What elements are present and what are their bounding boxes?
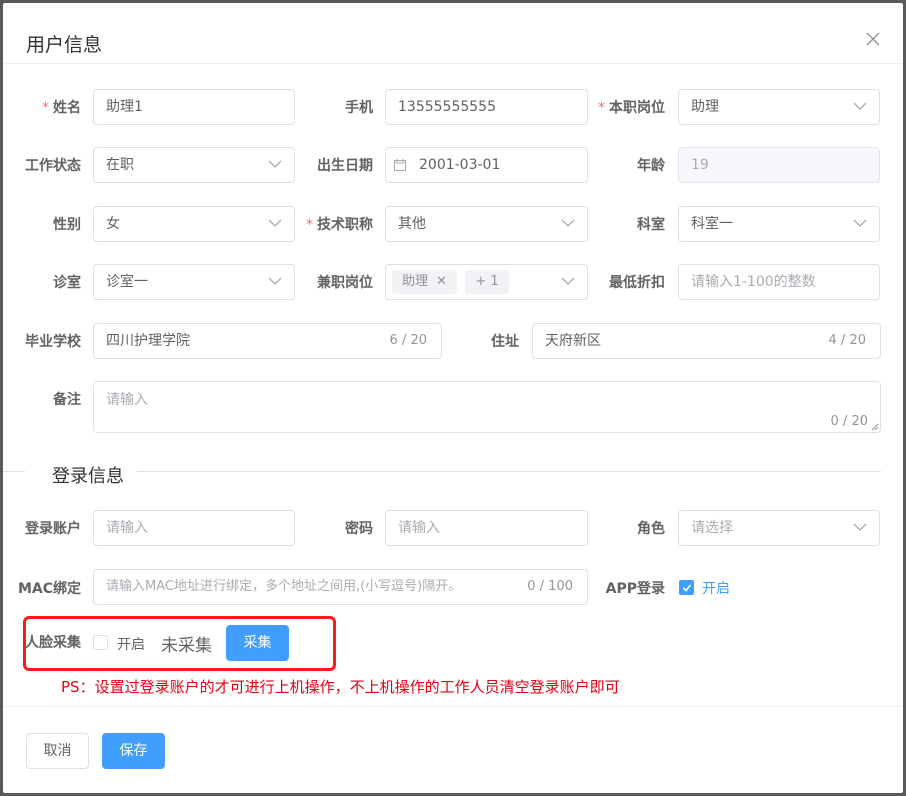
department-select[interactable]: 科室一 — [678, 206, 880, 242]
section-divider-right — [137, 471, 881, 472]
school-input[interactable]: 四川护理学院 6 / 20 — [93, 323, 442, 359]
dialog-title: 用户信息 — [26, 34, 103, 56]
clinic-label: 诊室 — [53, 275, 81, 291]
school-counter: 6 / 20 — [389, 333, 427, 348]
section-divider-left — [3, 471, 25, 472]
age-label: 年龄 — [637, 158, 665, 174]
main-post-select[interactable]: 助理 — [678, 89, 880, 125]
min-discount-label: 最低折扣 — [609, 275, 665, 291]
name-input[interactable]: 助理1 — [93, 89, 295, 125]
capture-button[interactable]: 采集 — [226, 625, 289, 661]
login-section-title: 登录信息 — [48, 462, 128, 488]
chevron-down-icon — [853, 219, 867, 227]
password-input[interactable]: 请输入 — [385, 510, 588, 546]
app-login-option[interactable]: 开启 — [702, 578, 730, 598]
check-icon — [682, 584, 692, 592]
address-counter: 4 / 20 — [828, 333, 866, 348]
chevron-down-icon — [853, 102, 867, 110]
gender-select[interactable]: 女 — [93, 206, 295, 242]
clinic-select[interactable]: 诊室一 — [93, 264, 295, 300]
remark-textarea[interactable]: 请输入 0 / 20 — [93, 381, 881, 433]
mac-counter: 0 / 100 — [527, 579, 573, 594]
account-input[interactable]: 请输入 — [93, 510, 295, 546]
role-select[interactable]: 请选择 — [678, 510, 880, 546]
chevron-down-icon — [561, 277, 575, 285]
min-discount-input[interactable]: 请输入1-100的整数 — [678, 264, 880, 300]
remark-label: 备注 — [53, 392, 81, 408]
app-login-checkbox[interactable] — [679, 580, 694, 595]
remark-counter: 0 / 20 — [830, 414, 868, 429]
part-time-post-label: 兼职岗位 — [317, 275, 373, 291]
role-label: 角色 — [637, 521, 665, 537]
chevron-down-icon — [853, 523, 867, 531]
phone-input[interactable]: 13555555555 — [385, 89, 588, 125]
cancel-button[interactable]: 取消 — [26, 733, 89, 769]
department-label: 科室 — [637, 217, 665, 233]
tag-close-icon[interactable]: ✕ — [436, 274, 447, 289]
birthdate-picker[interactable]: 2001-03-01 — [385, 147, 588, 183]
header-divider — [3, 63, 903, 64]
chevron-down-icon — [268, 219, 282, 227]
chevron-down-icon — [561, 219, 575, 227]
user-info-dialog: 用户信息 * 姓名 助理1 手机 13555555555 * 本职岗位 助理 工作状… — [3, 3, 903, 793]
address-label: 住址 — [491, 334, 519, 350]
age-input: 19 — [678, 147, 880, 183]
resize-handle-icon[interactable] — [871, 423, 879, 431]
phone-label: 手机 — [345, 100, 373, 116]
face-capture-option[interactable]: 开启 — [117, 634, 145, 654]
mac-label: MAC绑定 — [17, 581, 81, 597]
face-capture-status: 未采集 — [161, 636, 212, 656]
account-label: 登录账户 — [25, 521, 81, 537]
face-capture-label: 人脸采集 — [25, 635, 81, 651]
address-input[interactable]: 天府新区 4 / 20 — [532, 323, 881, 359]
footer-divider — [3, 706, 903, 707]
chevron-down-icon — [268, 160, 282, 168]
name-label: * 姓名 — [42, 100, 81, 116]
face-capture-checkbox[interactable] — [93, 635, 108, 650]
birthdate-label: 出生日期 — [317, 158, 373, 174]
work-status-select[interactable]: 在职 — [93, 147, 295, 183]
save-button[interactable]: 保存 — [102, 733, 165, 769]
tech-title-label: * 技术职称 — [306, 217, 373, 233]
school-label: 毕业学校 — [25, 334, 81, 350]
tech-title-select[interactable]: 其他 — [385, 206, 588, 242]
app-login-label: APP登录 — [605, 581, 665, 597]
chevron-down-icon — [268, 277, 282, 285]
post-tag: 助理 ✕ — [392, 270, 457, 294]
post-tag-more: + 1 — [465, 270, 509, 294]
mac-input[interactable]: 请输入MAC地址进行绑定，多个地址之间用,(小写逗号)隔开。 0 / 100 — [93, 569, 588, 605]
part-time-post-select[interactable]: 助理 ✕ + 1 — [385, 264, 588, 300]
gender-label: 性别 — [53, 217, 81, 233]
calendar-icon — [394, 159, 406, 171]
work-status-label: 工作状态 — [25, 158, 81, 174]
password-label: 密码 — [345, 521, 373, 537]
close-icon[interactable] — [865, 31, 881, 47]
notice-text: PS：设置过登录账户的才可进行上机操作，不上机操作的工作人员清空登录账户即可 — [61, 678, 620, 696]
main-post-label: * 本职岗位 — [598, 100, 665, 116]
